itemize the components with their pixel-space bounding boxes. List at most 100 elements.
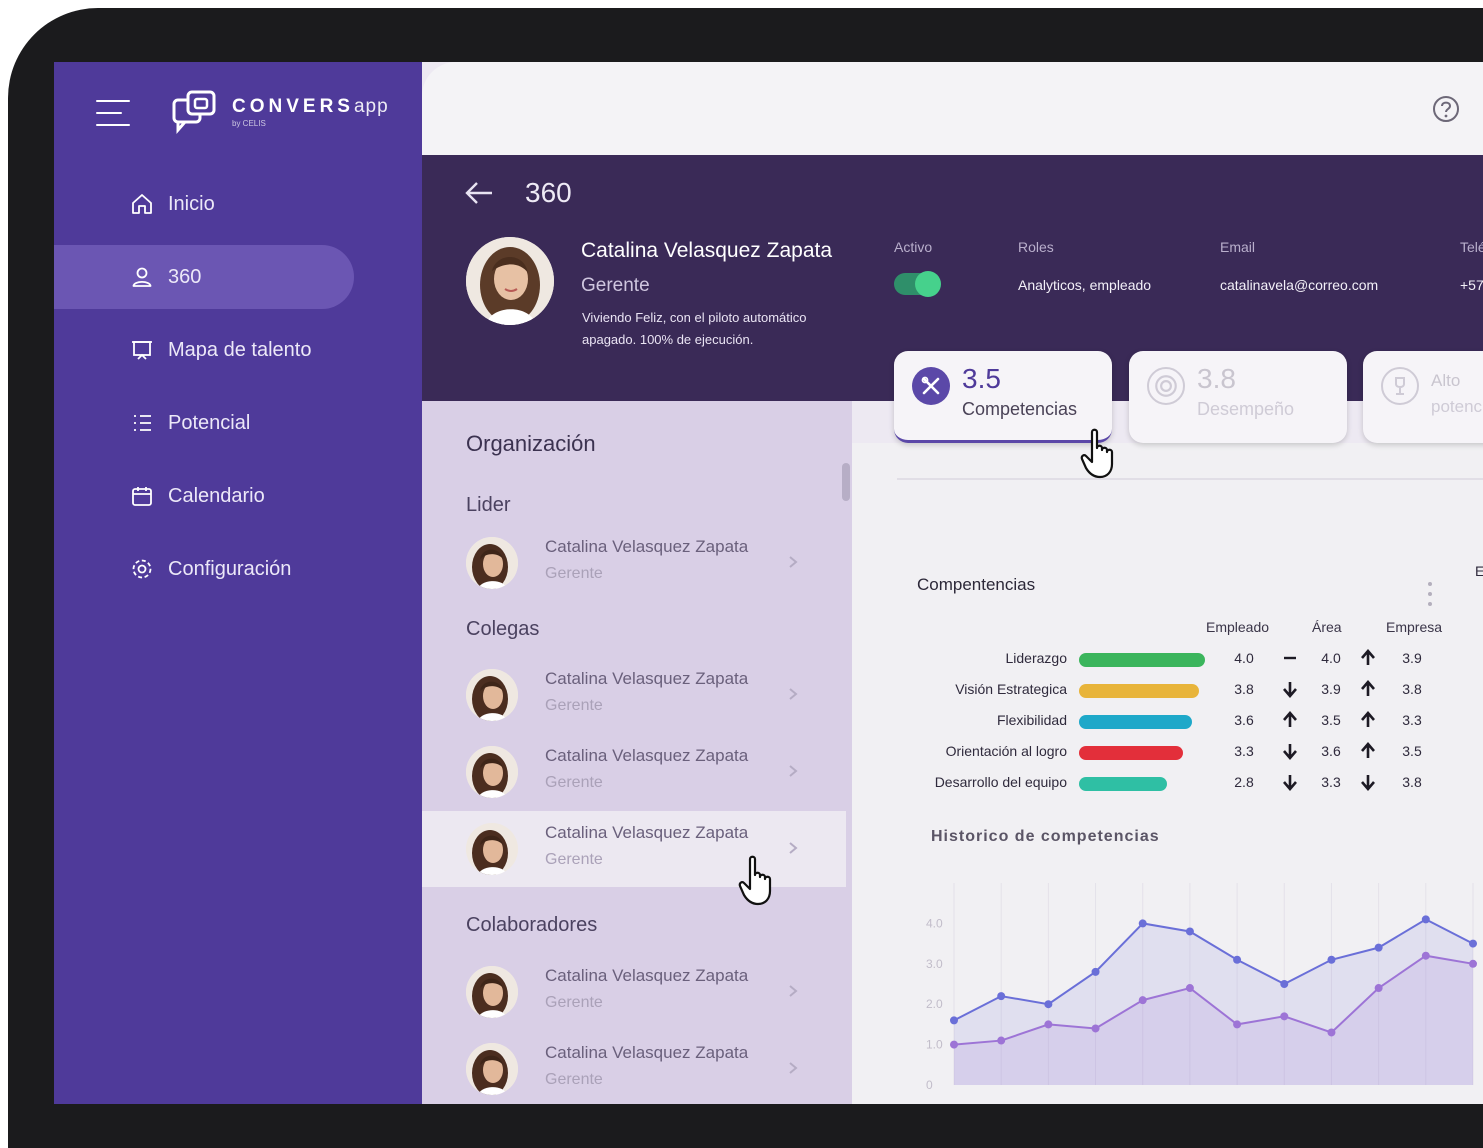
column-company: Empresa xyxy=(1386,619,1443,635)
score-card-potencial[interactable]: Alto potenc xyxy=(1363,351,1483,443)
data-point[interactable] xyxy=(1185,984,1194,993)
data-point[interactable] xyxy=(1091,967,1100,976)
score-label: Desempeño xyxy=(1197,399,1295,419)
active-label: Activo xyxy=(894,239,933,255)
score-value: Alto xyxy=(1431,371,1461,390)
list-item[interactable]: Catalina Velasquez Zapata Gerente xyxy=(422,1031,846,1104)
logo-text: CONVERSapp by CELIS xyxy=(232,96,389,128)
data-point[interactable] xyxy=(1280,1012,1289,1021)
competency-name: Liderazgo xyxy=(1005,650,1068,666)
data-point[interactable] xyxy=(1421,915,1430,924)
competency-row: Liderazgo 4.0 4.0 3.9 xyxy=(852,646,1483,676)
data-point[interactable] xyxy=(1327,1028,1336,1037)
data-point[interactable] xyxy=(1185,927,1194,936)
chevron-right-icon xyxy=(789,556,798,568)
data-point[interactable] xyxy=(997,1036,1006,1045)
sidebar-item-configuracion[interactable]: Configuración xyxy=(54,537,422,601)
person-name: Catalina Velasquez Zapata xyxy=(545,537,749,556)
list-item[interactable]: Catalina Velasquez Zapata Gerente xyxy=(422,954,846,1030)
list-item-hovered[interactable]: Catalina Velasquez Zapata Gerente xyxy=(422,811,846,887)
data-point[interactable] xyxy=(1044,1000,1053,1009)
person-name: Catalina Velasquez Zapata xyxy=(545,669,749,688)
data-point[interactable] xyxy=(1044,1020,1053,1029)
avatar xyxy=(466,966,518,1018)
active-toggle[interactable] xyxy=(894,271,941,297)
scrollbar-thumb[interactable] xyxy=(842,463,850,501)
data-point[interactable] xyxy=(950,1016,958,1025)
sidebar-item-mapa-de-talento[interactable]: Mapa de talento xyxy=(54,318,422,382)
sidebar-item-inicio[interactable]: Inicio xyxy=(54,172,422,236)
employee-score: 2.8 xyxy=(1234,774,1254,790)
score-card-competencias[interactable]: 3.5 Competencias xyxy=(894,351,1112,443)
data-point[interactable] xyxy=(1374,943,1383,952)
sidebar: CONVERSapp by CELIS Inicio 360 Mapa de t… xyxy=(54,62,422,1104)
company-score: 3.8 xyxy=(1402,681,1422,697)
area-score: 3.3 xyxy=(1321,774,1341,790)
chevron-right-icon xyxy=(789,985,798,997)
list-item[interactable]: Catalina Velasquez Zapata Gerente xyxy=(422,734,846,810)
data-point[interactable] xyxy=(1091,1024,1100,1033)
area-score: 3.6 xyxy=(1321,743,1341,759)
data-point[interactable] xyxy=(1233,955,1242,964)
sidebar-nav: Inicio 360 Mapa de talento Potencial Cal… xyxy=(54,172,422,610)
data-point[interactable] xyxy=(1469,959,1477,968)
competency-name: Flexibilidad xyxy=(996,712,1067,728)
list-item[interactable]: Catalina Velasquez Zapata Gerente xyxy=(422,525,846,601)
area-score: 3.9 xyxy=(1321,681,1341,697)
area-score: 3.5 xyxy=(1321,712,1341,728)
data-point[interactable] xyxy=(1327,955,1336,964)
chevron-right-icon xyxy=(789,688,798,700)
person-name: Catalina Velasquez Zapata xyxy=(545,1043,749,1062)
chevron-right-icon xyxy=(789,765,798,777)
menu-icon[interactable] xyxy=(96,100,130,126)
data-point[interactable] xyxy=(1469,939,1477,948)
sidebar-item-label: Potencial xyxy=(168,411,251,434)
history-chart-title: Historico de competencias xyxy=(931,828,1160,845)
list-item[interactable]: Catalina Velasquez Zapata Gerente xyxy=(422,657,846,733)
employee-role: Gerente xyxy=(581,275,650,296)
person-name: Catalina Velasquez Zapata xyxy=(545,966,749,985)
sidebar-item-calendario[interactable]: Calendario xyxy=(54,464,422,528)
score-value: 3.8 xyxy=(1197,363,1236,394)
page-title: 360 xyxy=(525,177,572,208)
sidebar-item-potencial[interactable]: Potencial xyxy=(54,391,422,455)
employee-status: Viviendo Feliz, con el piloto automático… xyxy=(582,310,807,347)
history-line-chart: 4.0 3.0 2.0 1.0 0 xyxy=(926,883,1477,1092)
employee-name: Catalina Velasquez Zapata xyxy=(581,239,833,262)
target-icon xyxy=(1147,367,1185,405)
competency-row: Desarrollo del equipo 2.8 3.3 3.8 xyxy=(852,770,1483,800)
data-point[interactable] xyxy=(997,992,1006,1001)
data-point[interactable] xyxy=(1138,919,1147,928)
chevron-right-icon xyxy=(789,842,798,854)
organization-panel: Organización Lider Catalina Velasquez Za… xyxy=(422,401,852,1104)
competency-bar xyxy=(1079,715,1193,729)
logo-icon xyxy=(172,90,216,134)
trend-icon xyxy=(1358,710,1378,730)
phone-value: +57 : xyxy=(1460,277,1483,293)
data-point[interactable] xyxy=(1233,1020,1242,1029)
y-tick-label: 3.0 xyxy=(926,957,943,971)
trend-icon xyxy=(1358,648,1378,668)
avatar xyxy=(466,537,518,589)
help-icon[interactable] xyxy=(1431,94,1461,124)
column-area: Área xyxy=(1312,619,1342,635)
data-point[interactable] xyxy=(1374,984,1383,993)
data-point[interactable] xyxy=(1138,996,1147,1005)
list-icon xyxy=(134,415,151,431)
sidebar-item-label: Configuración xyxy=(168,557,292,580)
sidebar-item-label: Mapa de talento xyxy=(168,338,312,361)
user-icon xyxy=(132,267,152,287)
back-arrow-icon[interactable] xyxy=(464,179,494,207)
person-role: Gerente xyxy=(545,851,603,868)
competency-name: Desarrollo del equipo xyxy=(934,774,1067,790)
more-options-icon[interactable] xyxy=(1428,581,1432,607)
data-point[interactable] xyxy=(1280,980,1289,988)
company-score: 3.3 xyxy=(1402,712,1422,728)
sidebar-item-360[interactable]: 360 xyxy=(54,245,354,309)
section-lider: Lider xyxy=(466,494,511,516)
company-score: 3.5 xyxy=(1402,743,1422,759)
competency-name: Visión Estrategica xyxy=(955,681,1067,697)
data-point[interactable] xyxy=(1421,951,1430,960)
data-point[interactable] xyxy=(950,1040,958,1049)
score-card-desempeno[interactable]: 3.8 Desempeño xyxy=(1129,351,1347,443)
